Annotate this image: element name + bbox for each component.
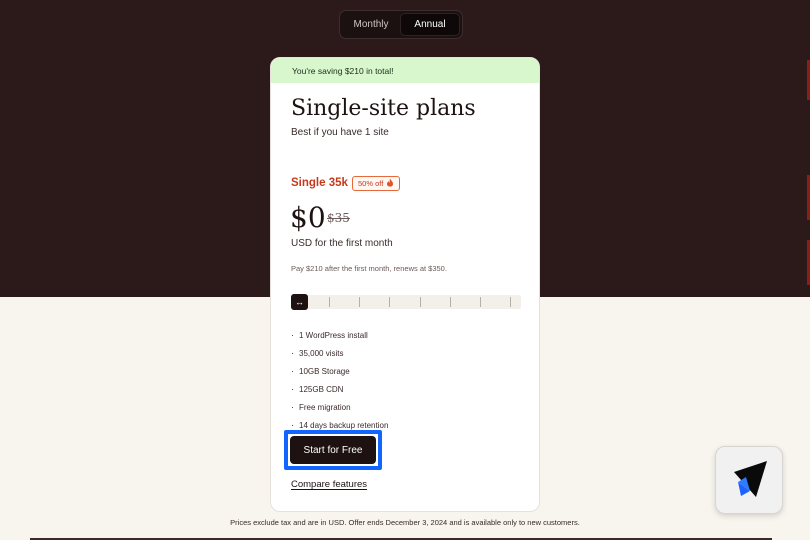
bullet-icon: ·	[291, 420, 294, 430]
list-item: · 10GB Storage	[291, 366, 350, 376]
bullet-icon: ·	[291, 402, 294, 412]
slider-tick	[510, 297, 511, 307]
bullet-icon: ·	[291, 330, 294, 340]
compare-features-link[interactable]: Compare features	[291, 479, 367, 490]
slider-tick	[389, 297, 390, 307]
list-item: · 35,000 visits	[291, 348, 344, 358]
list-item: · 1 WordPress install	[291, 330, 368, 340]
list-item: · Free migration	[291, 402, 351, 412]
slider-tick	[329, 297, 330, 307]
bullet-icon: ·	[291, 366, 294, 376]
slider-tick	[450, 297, 451, 307]
billing-toggle: Monthly Annual	[339, 10, 463, 39]
slider-tick	[359, 297, 360, 307]
horizontal-arrows-icon: ↔	[295, 297, 304, 307]
plan-card: You're saving $210 in total! Single-site…	[270, 57, 540, 512]
price-original: $35	[327, 211, 350, 225]
slider-handle[interactable]: ↔	[291, 294, 308, 310]
bullet-icon: ·	[291, 348, 294, 358]
renewal-note: Pay $210 after the first month, renews a…	[291, 264, 447, 273]
app-logo-icon	[726, 455, 772, 506]
plan-title: Single-site plans	[291, 96, 476, 121]
slider-tick	[420, 297, 421, 307]
toggle-annual[interactable]: Annual	[400, 13, 460, 36]
flame-icon	[386, 178, 394, 189]
discount-badge-label: 50% off	[358, 179, 384, 188]
plan-subtitle: Best if you have 1 site	[291, 127, 389, 138]
feature-list: · 1 WordPress install · 35,000 visits · 10G…	[291, 326, 388, 434]
pricing-footnote: Prices exclude tax and are in USD. Offer…	[230, 518, 580, 527]
price-note: USD for the first month	[291, 238, 393, 249]
start-for-free-button[interactable]: Start for Free	[290, 436, 376, 464]
bullet-icon: ·	[291, 384, 294, 394]
slider-tick	[480, 297, 481, 307]
list-item: · 125GB CDN	[291, 384, 344, 394]
price-current: $0	[290, 201, 326, 234]
tier-name: Single 35k	[291, 177, 348, 189]
discount-badge: 50% off	[352, 176, 401, 191]
toggle-monthly[interactable]: Monthly	[342, 13, 400, 36]
savings-banner: You're saving $210 in total!	[271, 58, 539, 83]
app-launcher-badge[interactable]	[715, 446, 783, 514]
visits-slider[interactable]: ↔	[291, 294, 521, 310]
